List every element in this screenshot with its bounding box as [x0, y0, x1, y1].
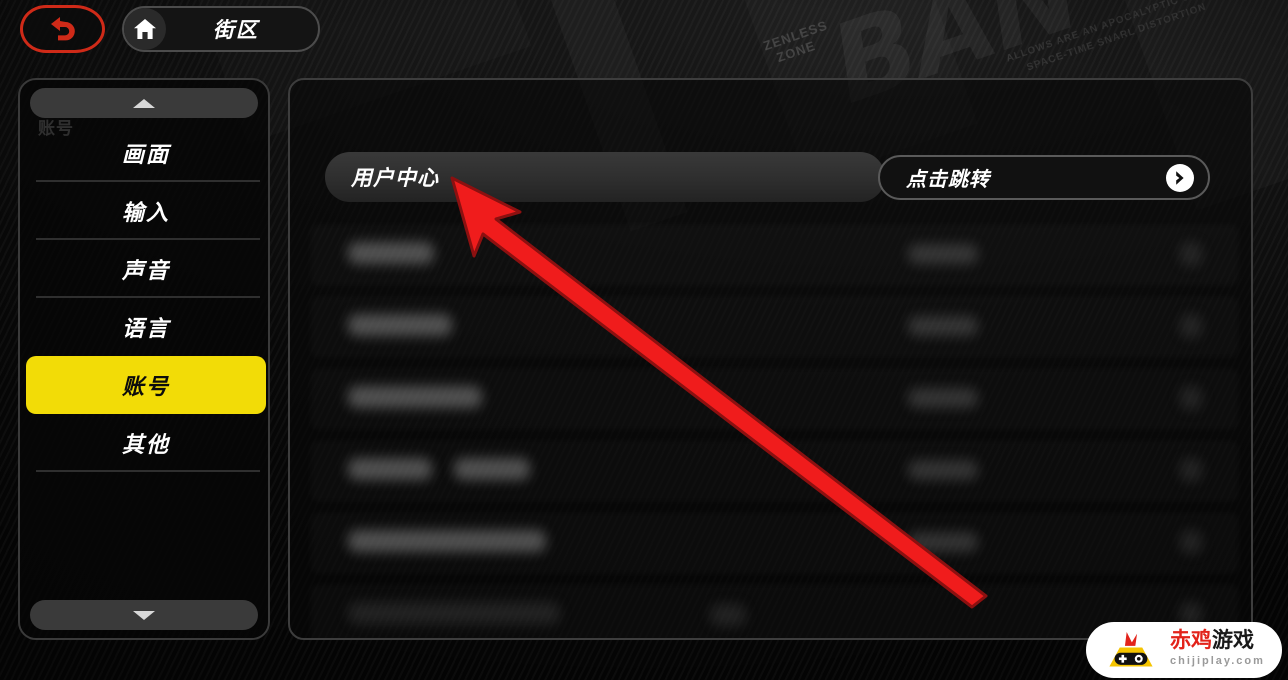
list-item[interactable]	[290, 364, 1251, 434]
sidebar-item-label: 声音	[121, 258, 170, 283]
row-background	[310, 224, 1239, 286]
list-item[interactable]	[290, 220, 1251, 290]
user-center-row[interactable]: 用户中心	[325, 152, 885, 202]
list-item[interactable]	[290, 436, 1251, 506]
row-value-redacted	[908, 460, 978, 480]
watermark-brand: 赤鸡游戏	[1170, 630, 1265, 652]
row-value-redacted	[908, 532, 978, 552]
chevron-right-glyph	[1176, 170, 1184, 185]
watermark-brand-red: 赤鸡	[1170, 629, 1212, 652]
row-label-redacted-2	[454, 458, 530, 480]
top-bar: 街区	[0, 0, 1288, 62]
sidebar-item-other[interactable]: 其他	[26, 414, 266, 472]
sidebar-item-label: 输入	[121, 200, 170, 225]
sidebar-item-sound[interactable]: 声音	[26, 240, 266, 298]
home-button[interactable]: 街区	[122, 6, 320, 52]
settings-sidebar: 画面 输入 声音 语言 账号 其他	[18, 78, 270, 640]
row-value-redacted	[710, 604, 746, 626]
gamepad-chicken-logo	[1109, 632, 1153, 667]
blurred-settings-list	[290, 220, 1251, 638]
home-button-label: 街区	[213, 19, 259, 42]
user-center-label: 用户中心	[351, 167, 439, 190]
row-toggle-redacted	[1180, 242, 1202, 266]
sidebar-item-label: 语言	[121, 316, 170, 341]
jump-to-user-center-button[interactable]: 点击跳转	[878, 155, 1210, 200]
row-value-redacted	[908, 388, 978, 408]
watermark-url: chijiplay.com	[1170, 655, 1265, 667]
watermark-brand-dark: 游戏	[1212, 629, 1254, 652]
sidebar-item-label: 画面	[121, 142, 170, 167]
list-item[interactable]	[290, 292, 1251, 362]
undo-arrow-icon	[50, 17, 75, 41]
row-label-redacted	[348, 386, 482, 408]
chevron-down-icon	[133, 610, 155, 620]
home-icon-circle	[124, 8, 166, 50]
row-label-redacted	[348, 602, 560, 624]
row-toggle-redacted	[1180, 386, 1202, 410]
home-icon	[134, 19, 156, 39]
row-value-redacted	[908, 244, 978, 264]
row-label-redacted	[348, 314, 452, 336]
screenshot-root: BAN ZENLESS ZONE ALLOWS ARE AN APOCALYPT…	[0, 0, 1288, 680]
sidebar-item-label: 其他	[121, 432, 170, 457]
row-label-redacted	[348, 242, 434, 264]
jump-button-label: 点击跳转	[906, 169, 990, 191]
row-toggle-redacted	[1180, 314, 1202, 338]
sidebar-item-language[interactable]: 语言	[26, 298, 266, 356]
row-toggle-redacted	[1180, 530, 1202, 554]
sidebar-item-input[interactable]: 输入	[26, 182, 266, 240]
row-background	[310, 440, 1239, 502]
sidebar-menu: 画面 输入 声音 语言 账号 其他	[26, 124, 266, 472]
site-watermark: 赤鸡游戏 chijiplay.com	[1086, 618, 1282, 680]
sidebar-item-display[interactable]: 画面	[26, 124, 266, 182]
watermark-text: 赤鸡游戏 chijiplay.com	[1170, 630, 1265, 668]
row-label-redacted	[348, 530, 546, 552]
row-value-redacted	[908, 316, 978, 336]
chevron-up-icon	[133, 98, 155, 108]
row-label-redacted	[348, 458, 432, 480]
sidebar-item-label: 账号	[121, 374, 170, 399]
sidebar-scroll-up-button[interactable]	[30, 88, 258, 118]
back-button[interactable]	[20, 5, 105, 53]
sidebar-scroll-down-button[interactable]	[30, 600, 258, 630]
list-item[interactable]	[290, 508, 1251, 578]
sidebar-item-account[interactable]: 账号	[26, 356, 266, 414]
chevron-right-circle-icon	[1166, 163, 1194, 192]
row-toggle-redacted	[1180, 458, 1202, 482]
divider	[36, 470, 260, 472]
